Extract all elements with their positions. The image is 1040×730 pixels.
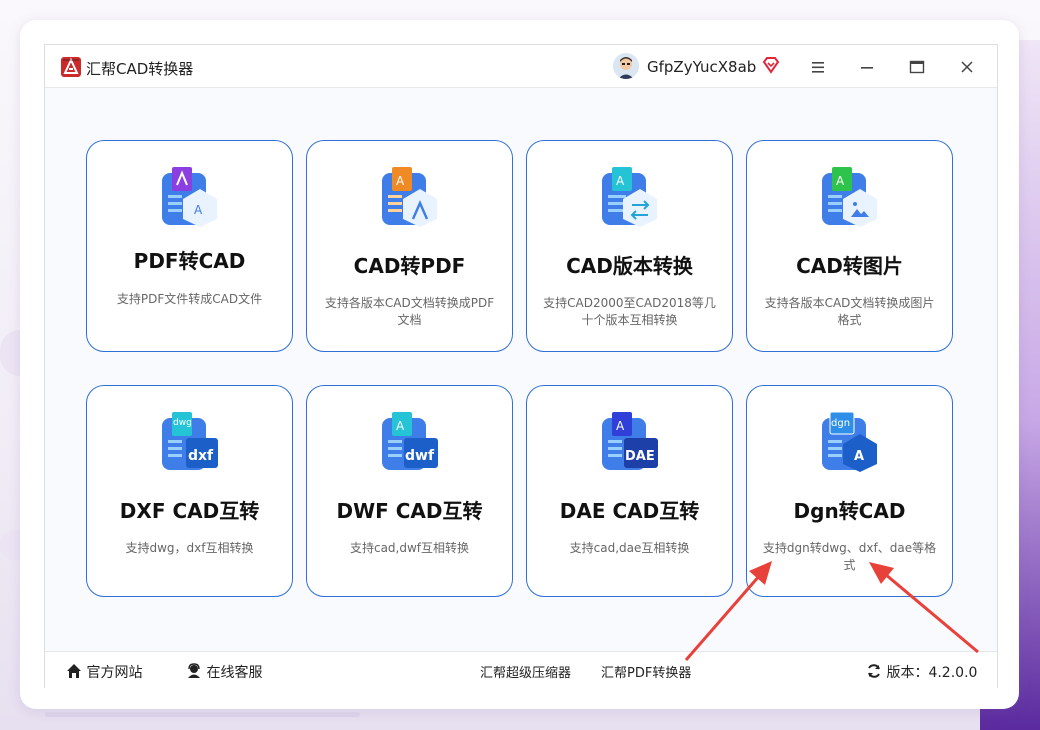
username[interactable]: GfpZyYucX8ab xyxy=(647,58,756,76)
svg-text:dxf: dxf xyxy=(188,448,214,464)
tile-title: PDF转CAD xyxy=(133,249,246,273)
version-info[interactable]: 版本：4.2.0.0 xyxy=(866,662,977,682)
app-logo-icon xyxy=(61,57,81,77)
tile-cad-to-pdf[interactable]: A CAD转PDF 支持各版本CAD文档转换成PDF文档 xyxy=(306,140,513,352)
app-window: 汇帮CAD转换器 GfpZyYucX8ab A PDF转CAD 支持PDF文件转… xyxy=(44,44,998,688)
svg-text:A: A xyxy=(854,449,864,464)
cad-to-pdf-icon: A xyxy=(380,167,440,227)
close-icon[interactable] xyxy=(957,57,977,77)
version-number: 4.2.0.0 xyxy=(928,665,978,681)
pdf-converter-link[interactable]: 汇帮PDF转换器 xyxy=(601,662,691,681)
tile-description: 支持各版本CAD文档转换成PDF文档 xyxy=(324,296,495,327)
dwf-cad-icon: A dwf xyxy=(380,412,440,472)
menu-icon[interactable] xyxy=(808,57,828,77)
tile-title: DAE CAD互转 xyxy=(559,499,700,523)
tile-title: DXF CAD互转 xyxy=(119,499,260,523)
cad-to-image-icon: A xyxy=(820,167,880,227)
tile-description: 支持dwg，dxf互相转换 xyxy=(125,541,254,555)
tile-title: CAD版本转换 xyxy=(566,254,693,278)
svg-text:A: A xyxy=(616,419,625,433)
footer-bar: 官方网站 在线客服 汇帮超级压缩器 汇帮PDF转换器 版本：4.2.0.0 xyxy=(45,651,997,688)
title-bar: 汇帮CAD转换器 GfpZyYucX8ab xyxy=(45,45,997,88)
tile-title: DWF CAD互转 xyxy=(336,499,483,523)
vip-diamond-icon[interactable] xyxy=(761,55,781,79)
tile-description: 支持CAD2000至CAD2018等几十个版本互相转换 xyxy=(543,296,716,327)
dae-cad-icon: A DAE xyxy=(600,412,660,472)
svg-text:A: A xyxy=(194,203,203,217)
svg-text:dwf: dwf xyxy=(405,448,435,464)
website-label: 官方网站 xyxy=(86,665,143,681)
tile-dwf-cad[interactable]: A dwf DWF CAD互转 支持cad,dwf互相转换 xyxy=(306,385,513,597)
refresh-icon xyxy=(868,664,880,678)
user-avatar[interactable] xyxy=(613,53,639,79)
main-content: A PDF转CAD 支持PDF文件转成CAD文件 A CAD转PDF 支持各版本… xyxy=(45,88,997,651)
minimize-icon[interactable] xyxy=(857,57,877,77)
cad-version-convert-icon: A xyxy=(600,167,660,227)
svg-text:DAE: DAE xyxy=(625,449,655,464)
website-link[interactable]: 官方网站 xyxy=(66,662,142,682)
svg-text:dgn: dgn xyxy=(831,418,850,429)
maximize-icon[interactable] xyxy=(907,57,927,77)
headset-icon xyxy=(188,663,200,678)
tile-description: 支持各版本CAD文档转换成图片格式 xyxy=(764,296,935,327)
bottom-accent-bar xyxy=(45,712,360,717)
tile-cad-to-image[interactable]: A CAD转图片 支持各版本CAD文档转换成图片格式 xyxy=(746,140,953,352)
tile-description: 支持PDF文件转成CAD文件 xyxy=(116,292,263,306)
svg-text:dwg: dwg xyxy=(173,418,192,428)
tile-description: 支持dgn转dwg、dxf、dae等格式 xyxy=(762,541,937,572)
svg-text:A: A xyxy=(396,419,405,433)
tile-description: 支持cad,dwf互相转换 xyxy=(349,541,470,555)
dxf-cad-icon: dwg dxf xyxy=(160,412,220,472)
dgn-to-cad-icon: dgn A xyxy=(820,411,880,472)
tile-title: CAD转PDF xyxy=(353,254,466,278)
tile-title: CAD转图片 xyxy=(796,254,903,278)
svg-text:A: A xyxy=(836,174,845,188)
tile-pdf-to-cad[interactable]: A PDF转CAD 支持PDF文件转成CAD文件 xyxy=(86,140,293,352)
home-icon xyxy=(67,664,81,678)
tile-dae-cad[interactable]: A DAE DAE CAD互转 支持cad,dae互相转换 xyxy=(526,385,733,597)
version-label: 版本： xyxy=(886,665,929,681)
tile-dxf-cad[interactable]: dwg dxf DXF CAD互转 支持dwg，dxf互相转换 xyxy=(86,385,293,597)
compressor-link[interactable]: 汇帮超级压缩器 xyxy=(480,662,571,681)
tile-title: Dgn转CAD xyxy=(793,499,906,523)
tile-description: 支持cad,dae互相转换 xyxy=(569,541,690,555)
tile-dgn-to-cad[interactable]: dgn A Dgn转CAD 支持dgn转dwg、dxf、dae等格式 xyxy=(746,385,953,597)
tile-cad-version-convert[interactable]: A CAD版本转换 支持CAD2000至CAD2018等几十个版本互相转换 xyxy=(526,140,733,352)
app-title: 汇帮CAD转换器 xyxy=(86,60,194,78)
support-link[interactable]: 在线客服 xyxy=(186,662,262,682)
svg-text:A: A xyxy=(616,174,625,188)
svg-text:A: A xyxy=(396,174,405,188)
support-label: 在线客服 xyxy=(206,665,263,681)
pdf-to-cad-icon: A xyxy=(160,167,220,227)
